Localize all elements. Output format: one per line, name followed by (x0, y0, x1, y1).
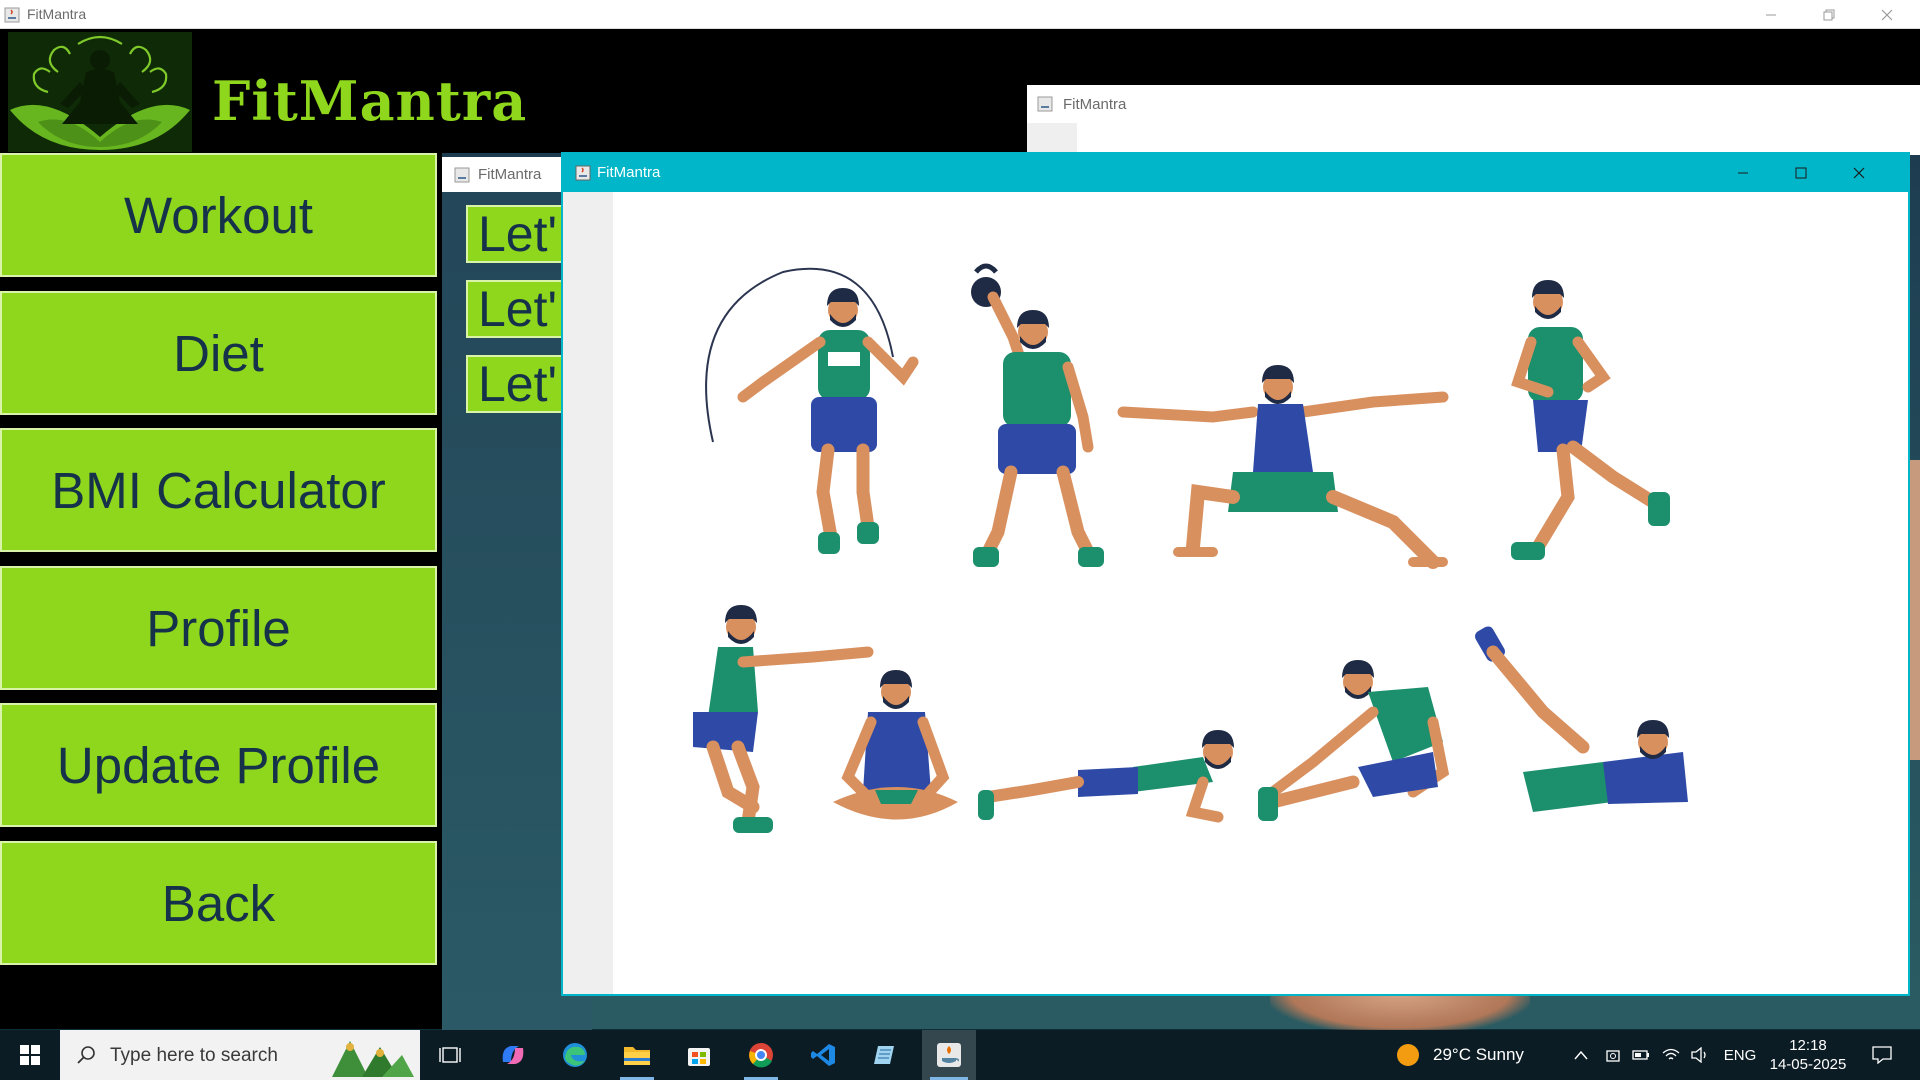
search-icon (77, 1046, 95, 1064)
restore-button[interactable] (1800, 0, 1858, 29)
workout-image-window[interactable]: FitMantra (561, 152, 1910, 996)
java-app-icon (575, 165, 591, 181)
file-explorer-app[interactable] (612, 1030, 662, 1080)
close-icon (1881, 9, 1893, 20)
language-indicator[interactable]: ENG (1720, 1030, 1760, 1080)
chrome-icon (749, 1043, 773, 1068)
java-icon (937, 1043, 961, 1067)
task-view-icon (439, 1047, 461, 1063)
java-app-taskbar[interactable] (922, 1030, 976, 1080)
jump-rope-figure (705, 267, 919, 554)
background-hand-image (1270, 992, 1530, 1034)
background-window-right[interactable]: FitMantra (1027, 85, 1920, 155)
speaker-icon (1691, 1047, 1706, 1063)
restore-icon (1823, 9, 1835, 20)
taskbar-search-box[interactable]: Type here to search (60, 1030, 420, 1080)
notepad-icon (874, 1046, 894, 1064)
minimize-icon (1766, 14, 1776, 15)
main-window-titlebar[interactable]: FitMantra (0, 0, 1920, 29)
copilot-icon (502, 1046, 524, 1064)
kettlebell-figure (971, 263, 1104, 567)
chevron-up-icon (1574, 1050, 1588, 1060)
exercise-illustration (613, 192, 1908, 994)
sun-icon (1397, 1044, 1419, 1066)
middle-window-title: FitMantra (478, 166, 542, 183)
java-app-icon (454, 167, 470, 183)
store-icon (688, 1048, 710, 1066)
battery-button[interactable] (1626, 1030, 1656, 1080)
notification-icon (1872, 1046, 1892, 1064)
back-button[interactable]: Back (0, 841, 437, 965)
battery-icon (1632, 1050, 1649, 1060)
wifi-button[interactable] (1656, 1030, 1686, 1080)
start-button[interactable] (0, 1030, 60, 1080)
clock-date: 14-05-2025 (1769, 1056, 1847, 1073)
java-app-icon (1037, 96, 1053, 112)
right-window-content (1027, 123, 1077, 155)
front-window-titlebar[interactable]: FitMantra (563, 154, 1908, 192)
plank-figure (978, 730, 1234, 823)
sidebar: Workout Diet BMI Calculator Profile Upda… (0, 153, 442, 1029)
edge-icon (563, 1043, 587, 1067)
volume-button[interactable] (1685, 1030, 1715, 1080)
update-profile-button[interactable]: Update Profile (0, 703, 437, 827)
crunch-figure (1475, 626, 1688, 812)
close-icon (1853, 167, 1865, 179)
clock[interactable]: 12:18 14-05-2025 (1766, 1030, 1850, 1080)
close-button[interactable] (1858, 0, 1916, 29)
main-window-title: FitMantra (27, 6, 87, 22)
show-hidden-icons-button[interactable] (1566, 1030, 1596, 1080)
meditation-figure (833, 670, 958, 820)
lotus-yoga-logo (8, 32, 192, 152)
notifications-button[interactable] (1862, 1030, 1902, 1080)
close-button[interactable] (1830, 154, 1888, 192)
task-view-button[interactable] (425, 1030, 475, 1080)
weather-text: 29°C Sunny (1433, 1045, 1524, 1064)
maximize-button[interactable] (1772, 154, 1830, 192)
java-app-icon (4, 7, 20, 23)
meet-now-button[interactable] (1598, 1030, 1628, 1080)
vscode-app[interactable] (798, 1030, 848, 1080)
right-window-title: FitMantra (1063, 96, 1127, 113)
minimize-button[interactable] (1714, 154, 1772, 192)
folder-icon (624, 1047, 650, 1065)
search-placeholder: Type here to search (110, 1045, 278, 1066)
chrome-app[interactable] (736, 1030, 786, 1080)
store-app[interactable] (674, 1030, 724, 1080)
warrior-pose-figure (1117, 365, 1449, 569)
camera-icon (1606, 1050, 1620, 1062)
vscode-icon (811, 1044, 835, 1066)
clock-time: 12:18 (1789, 1037, 1827, 1054)
front-window-left-strip (563, 192, 613, 994)
weather-widget[interactable]: 29°C Sunny (1395, 1030, 1555, 1080)
profile-button[interactable]: Profile (0, 566, 437, 690)
workout-button[interactable]: Workout (0, 153, 437, 277)
maximize-icon (1795, 167, 1807, 179)
wifi-icon (1662, 1048, 1680, 1060)
minimize-button[interactable] (1742, 0, 1800, 29)
minimize-icon (1738, 172, 1748, 174)
diet-button[interactable]: Diet (0, 291, 437, 415)
edge-app[interactable] (550, 1030, 600, 1080)
language-text: ENG (1723, 1046, 1757, 1064)
running-figure (1511, 280, 1670, 560)
hamstring-stretch-figure (1258, 660, 1450, 821)
copilot-app[interactable] (488, 1030, 538, 1080)
notepad-app[interactable] (860, 1030, 910, 1080)
front-window-title: FitMantra (597, 164, 661, 181)
bmi-calculator-button[interactable]: BMI Calculator (0, 428, 437, 552)
search-highlight-icon (332, 1041, 414, 1077)
taskbar: Type here to search 29°C Sunny ENG 12:18… (0, 1030, 1920, 1080)
brand-title: FitMantra (212, 69, 528, 133)
windows-start-icon (20, 1045, 40, 1065)
